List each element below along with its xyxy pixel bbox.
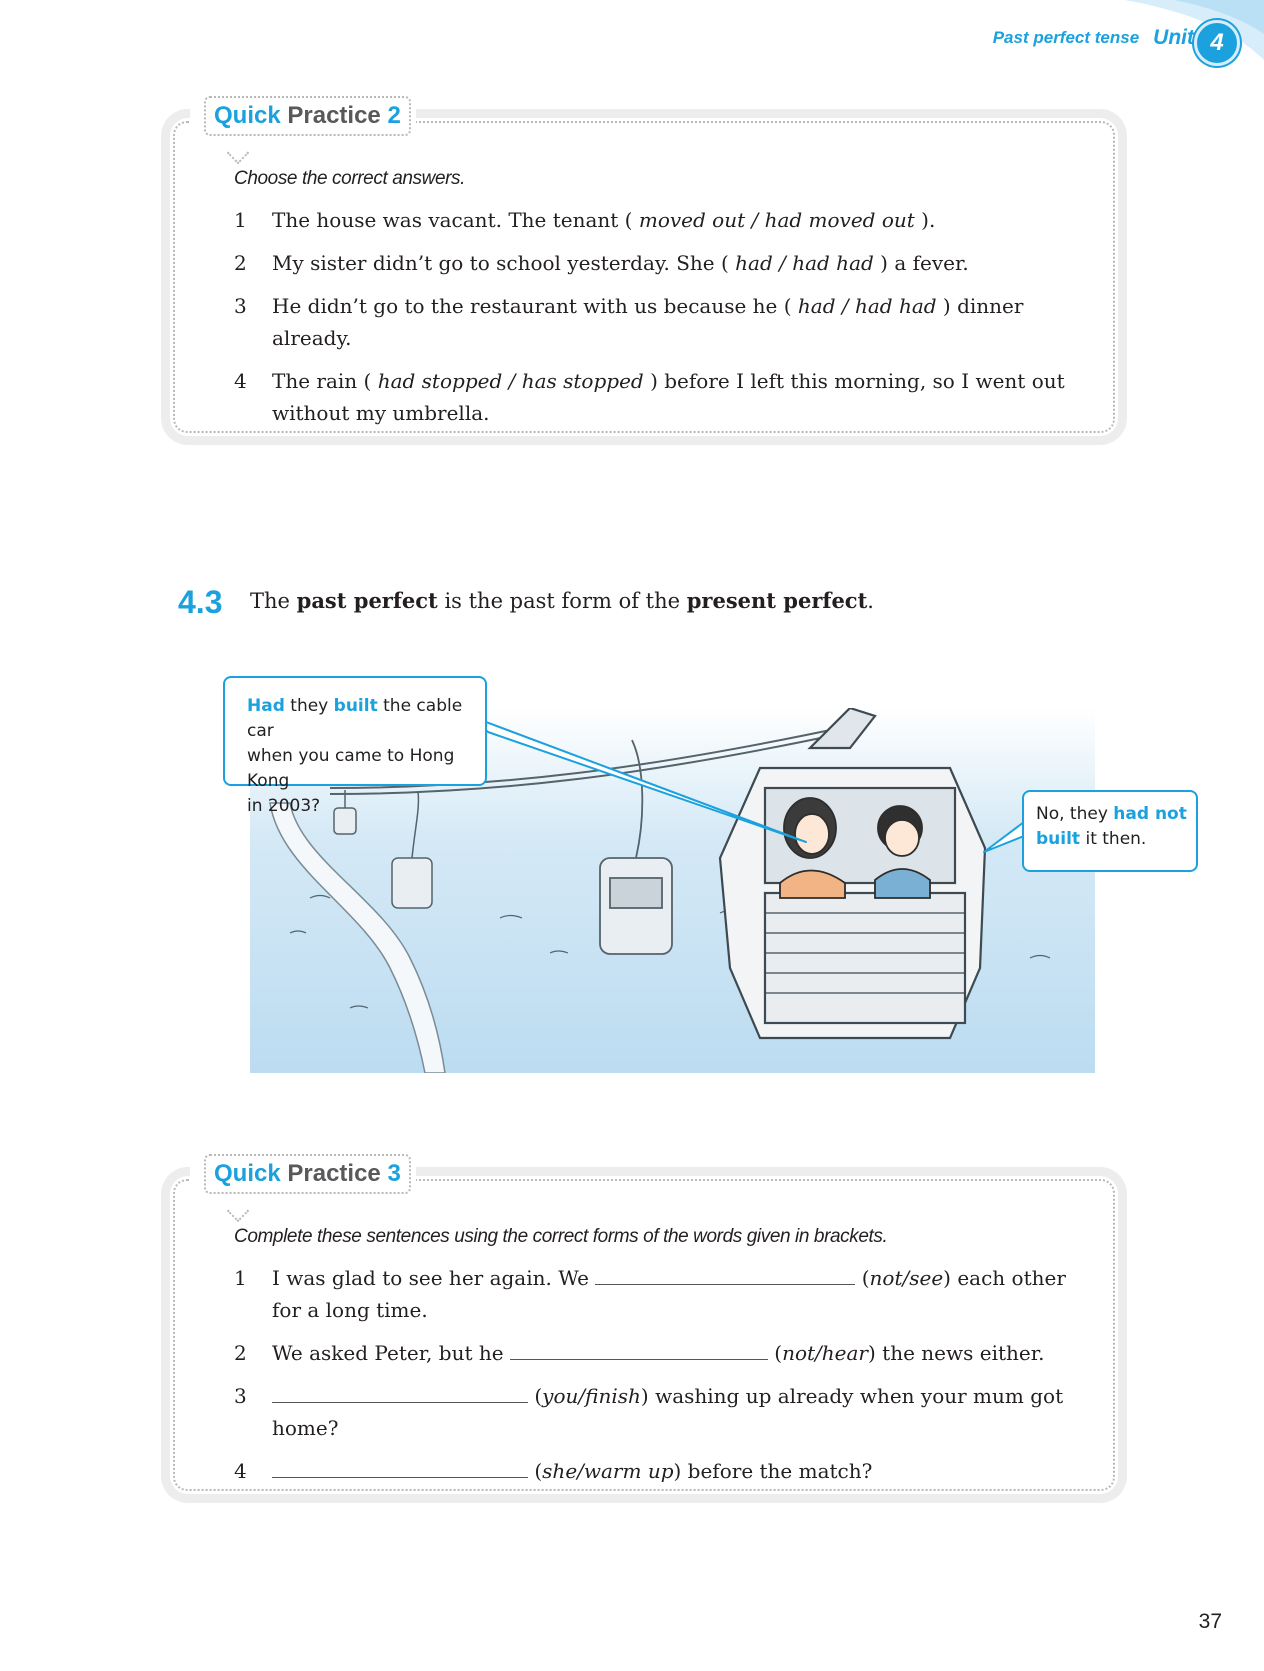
question-text: My sister didn’t go to school yesterday.…: [272, 251, 736, 275]
term-present-perfect: present perfect: [686, 588, 868, 613]
question-number: 4: [234, 1459, 247, 1483]
title-practice: Practice: [287, 102, 381, 129]
qp3-question: 4 (she/warm up) before the match?: [234, 1455, 1088, 1487]
qp2-question: 3 He didn’t go to the restaurant with us…: [234, 290, 1088, 354]
question-number: 1: [234, 208, 247, 232]
answer-options[interactable]: had stopped / has stopped: [378, 369, 644, 393]
qp2-question: 2 My sister didn’t go to school yesterda…: [234, 247, 1088, 279]
speech-bubble-question: Had they built the cable car when you ca…: [223, 676, 487, 816]
answer-blank[interactable]: [509, 1337, 768, 1360]
qp3-question: 1 I was glad to see her again. We (not/s…: [234, 1262, 1088, 1326]
question-text: I was glad to see her again. We: [272, 1266, 596, 1290]
qp2-question: 1 The house was vacant. The tenant ( mov…: [234, 204, 1088, 236]
title-quick: Quick: [214, 102, 281, 129]
title-number: 3: [387, 1160, 401, 1187]
qp2-question-list: 1 The house was vacant. The tenant ( mov…: [234, 204, 1088, 440]
qp3-question-list: 1 I was glad to see her again. We (not/s…: [234, 1262, 1088, 1498]
qp2-question: 4 The rain ( had stopped / has stopped )…: [234, 365, 1088, 429]
qp3-instruction: Complete these sentences using the corre…: [234, 1226, 888, 1247]
question-text: The rain (: [272, 369, 378, 393]
unit-number-badge: 4: [1194, 20, 1240, 66]
header-topic: Past perfect tense: [992, 28, 1140, 47]
qp3-question: 3 (you/finish) washing up already when y…: [234, 1380, 1088, 1444]
section-number: 4.3: [178, 584, 223, 620]
answer-blank[interactable]: [595, 1262, 856, 1285]
question-number: 3: [234, 1384, 247, 1408]
qp3-question: 2 We asked Peter, but he (not/hear) the …: [234, 1337, 1088, 1369]
quick-practice-3-box: Quick Practice 3 Complete these sentence…: [170, 1144, 1118, 1494]
question-text-end: before the match?: [681, 1459, 873, 1483]
quick-practice-3-title: Quick Practice 3: [204, 1154, 411, 1194]
question-text: We asked Peter, but he: [272, 1341, 510, 1365]
question-number: 2: [234, 251, 247, 275]
answer-blank[interactable]: [272, 1380, 528, 1403]
question-text-end: ).: [914, 208, 936, 232]
section-statement: The past perfect is the past form of the…: [250, 588, 874, 613]
word-hint: you/finish: [542, 1384, 641, 1408]
question-text: He didn’t go to the restaurant with us b…: [272, 294, 798, 318]
running-header: Past perfect tense Unit: [993, 26, 1194, 50]
word-hint: not/hear: [782, 1341, 868, 1365]
word-hint: she/warm up: [542, 1459, 674, 1483]
answer-options[interactable]: had / had had: [735, 251, 874, 275]
answer-options[interactable]: had / had had: [798, 294, 937, 318]
question-text-end: ) a fever.: [873, 251, 969, 275]
title-number: 2: [387, 102, 401, 129]
question-number: 4: [234, 369, 247, 393]
quick-practice-2-title: Quick Practice 2: [204, 96, 411, 136]
qp2-instruction: Choose the correct answers.: [234, 168, 466, 189]
question-number: 2: [234, 1341, 247, 1365]
question-text-end: the news either.: [875, 1341, 1045, 1365]
page-number: 37: [1198, 1610, 1222, 1633]
question-text: The house was vacant. The tenant (: [272, 208, 639, 232]
title-practice: Practice: [287, 1160, 381, 1187]
answer-blank[interactable]: [272, 1455, 528, 1478]
term-past-perfect: past perfect: [296, 588, 438, 613]
quick-practice-2-box: Quick Practice 2 Choose the correct answ…: [170, 86, 1118, 436]
answer-options[interactable]: moved out / had moved out: [639, 208, 915, 232]
word-hint: not/see: [869, 1266, 944, 1290]
question-number: 1: [234, 1266, 247, 1290]
speech-bubble-answer: No, they had not built it then.: [1022, 790, 1198, 872]
question-number: 3: [234, 294, 247, 318]
title-quick: Quick: [214, 1160, 281, 1187]
header-unit-label: Unit: [1153, 26, 1194, 49]
